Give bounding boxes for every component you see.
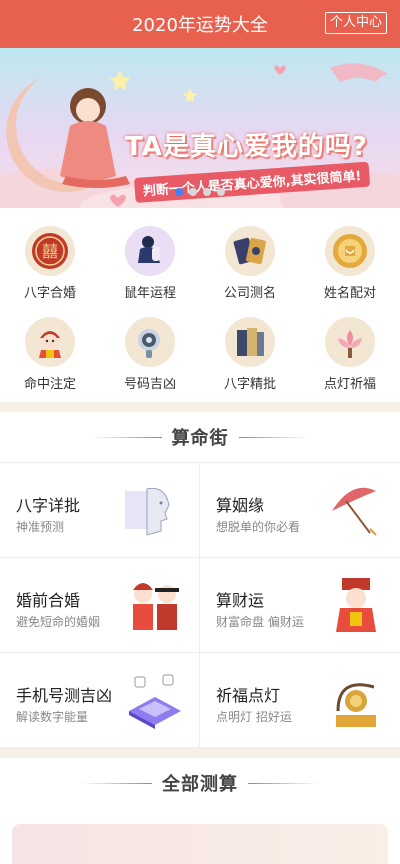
face-scan-icon xyxy=(125,487,170,536)
section-title-text: 算命街 xyxy=(171,428,229,449)
cards-icon xyxy=(225,226,275,276)
card-title: 祈福点灯 xyxy=(216,686,281,705)
card-subtitle: 神准预测 xyxy=(16,520,65,534)
grid-item-label: 公司测名 xyxy=(223,286,276,301)
grid-item-label: 号码吉凶 xyxy=(123,377,176,392)
grid-item-label: 八字合婚 xyxy=(23,286,76,301)
carousel-dot[interactable] xyxy=(217,188,225,196)
grid-item-mingzhong-zhuding[interactable]: 命中注定 xyxy=(0,317,100,392)
title-decor-line xyxy=(91,436,162,438)
grid-item-xingming-peidui[interactable]: 姓名配对 xyxy=(300,226,400,301)
title-decor-line xyxy=(238,436,309,438)
grid-item-label: 姓名配对 xyxy=(323,286,376,301)
card-subtitle: 点明灯 招好运 xyxy=(216,710,292,724)
carousel-dot[interactable] xyxy=(189,188,197,196)
app-header: 2020年运势大全 个人中心 xyxy=(0,0,400,48)
umbrella-icon xyxy=(332,487,377,536)
card-subtitle: 解读数字能量 xyxy=(16,710,89,724)
user-center-button[interactable]: 个人中心 xyxy=(324,12,387,34)
promo-banner[interactable]: TA是真心爱我的吗? 判断一个人是否真心爱你,其实很简单! xyxy=(0,48,400,208)
carousel-dot[interactable] xyxy=(203,188,211,196)
lotus-lamp-icon xyxy=(325,317,375,367)
feature-grid: 囍 八字合婚 鼠年运程 公司测名 姓名配对 命中注定 号码吉凶 八字精批 点灯祈… xyxy=(0,208,400,402)
books-icon xyxy=(225,317,275,367)
page-title: 2020年运势大全 xyxy=(132,15,268,36)
section-divider xyxy=(0,402,400,412)
grid-item-label: 鼠年运程 xyxy=(123,286,176,301)
card-title: 算财运 xyxy=(216,591,265,610)
double-happiness-icon: 囍 xyxy=(25,226,75,276)
sitting-person-icon xyxy=(125,226,175,276)
card-subtitle: 想脱单的你必看 xyxy=(216,520,301,534)
gong-lamp-icon xyxy=(336,683,376,727)
grid-item-bazi-hehun[interactable]: 囍 八字合婚 xyxy=(0,226,100,301)
title-decor-line xyxy=(82,782,152,784)
service-cards: 八字详批 神准预测 算姻缘 想脱单的你必看 婚前合婚 避免短命的婚姻 算财运 财… xyxy=(0,462,400,748)
card-title: 手机号测吉凶 xyxy=(16,686,113,705)
section-title-quanbu-cesuan: 全部测算 xyxy=(0,758,400,808)
grid-item-label: 点灯祈福 xyxy=(323,377,376,392)
section-title-text: 全部测算 xyxy=(162,774,238,795)
card-title: 八字详批 xyxy=(16,496,81,515)
grid-item-bazi-jingpi[interactable]: 八字精批 xyxy=(200,317,300,392)
phone-icon xyxy=(125,317,175,367)
card-title: 算姻缘 xyxy=(216,496,265,515)
section-divider xyxy=(0,748,400,758)
card-hunqian-hehun[interactable]: 婚前合婚 避免短命的婚姻 xyxy=(0,558,200,653)
carousel-dots xyxy=(0,188,400,196)
doll-icon xyxy=(25,317,75,367)
grid-item-diandeng-qifu[interactable]: 点灯祈福 xyxy=(300,317,400,392)
card-subtitle: 财富命盘 偏财运 xyxy=(216,615,304,629)
grid-item-gongsi-ceming[interactable]: 公司测名 xyxy=(200,226,300,301)
isometric-phone-icon xyxy=(129,674,181,729)
card-bazi-xiangpi[interactable]: 八字详批 神准预测 xyxy=(0,463,200,558)
grid-item-label: 命中注定 xyxy=(23,377,76,392)
section-title-suanmingjie: 算命街 xyxy=(0,412,400,462)
card-qifu-diandeng[interactable]: 祈福点灯 点明灯 招好运 xyxy=(200,653,400,748)
coin-icon xyxy=(325,226,375,276)
card-title: 婚前合婚 xyxy=(16,591,81,610)
svg-text:囍: 囍 xyxy=(42,242,58,261)
featured-card[interactable] xyxy=(12,824,388,864)
card-suan-yinyuan[interactable]: 算姻缘 想脱单的你必看 xyxy=(200,463,400,558)
grid-item-haoma-jixiong[interactable]: 号码吉凶 xyxy=(100,317,200,392)
carousel-dot[interactable] xyxy=(175,188,183,196)
title-decor-line xyxy=(248,782,318,784)
couple-icon xyxy=(133,583,179,630)
card-shoujihao-jixiong[interactable]: 手机号测吉凶 解读数字能量 xyxy=(0,653,200,748)
banner-headline: TA是真心爱我的吗? xyxy=(125,132,368,162)
god-of-wealth-icon xyxy=(336,578,376,632)
card-suan-caiyun[interactable]: 算财运 财富命盘 偏财运 xyxy=(200,558,400,653)
card-subtitle: 避免短命的婚姻 xyxy=(16,615,101,629)
grid-item-shunian-yuncheng[interactable]: 鼠年运程 xyxy=(100,226,200,301)
grid-item-label: 八字精批 xyxy=(223,377,276,392)
